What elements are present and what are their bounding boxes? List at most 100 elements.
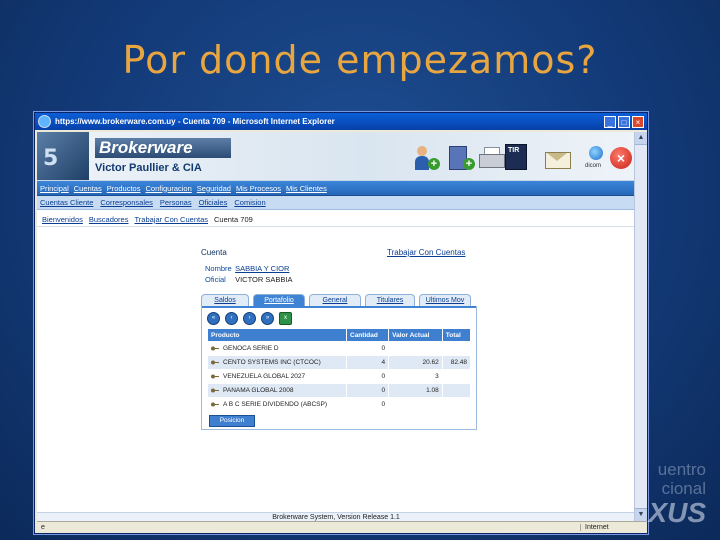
value-cell: 3 [388, 369, 443, 384]
tab-saldos[interactable]: Saldos [201, 294, 249, 306]
printer-icon[interactable] [477, 144, 507, 172]
tab-titulares[interactable]: Titulares [365, 294, 415, 306]
breadcrumb-item[interactable]: Buscadores [89, 215, 129, 224]
close-button[interactable]: × [632, 115, 644, 128]
key-icon [211, 402, 219, 407]
submenu-item-cuentas-cliente[interactable]: Cuentas Cliente [40, 198, 93, 207]
quantity-cell: 0 [345, 383, 390, 398]
watermark-logo: uentro cional XUS [648, 460, 706, 528]
table-header-row: Producto Cantidad Valor Actual Total [207, 328, 472, 342]
quantity-cell: 0 [345, 397, 390, 412]
status-page-icon: e [41, 523, 45, 531]
total-cell [441, 383, 472, 398]
first-page-icon[interactable]: « [207, 312, 220, 325]
name-label: Nombre [205, 264, 232, 273]
exit-icon[interactable]: × [609, 144, 633, 172]
main-menu: Principal Cuentas Productos Configuracio… [37, 181, 635, 196]
key-icon [211, 388, 219, 393]
trabajar-con-cuentas-link[interactable]: Trabajar Con Cuentas [387, 248, 465, 257]
menu-item-productos[interactable]: Productos [107, 184, 141, 193]
browser-titlebar: https://www.brokerware.com.uy - Cuenta 7… [35, 113, 647, 130]
submenu-item-personas[interactable]: Personas [160, 198, 192, 207]
browser-statusbar: e Internet [37, 521, 645, 532]
menu-item-mis-clientes[interactable]: Mis Clientes [286, 184, 327, 193]
account-tabs: Saldos Portafolio General Titulares Ulti… [201, 294, 477, 306]
submenu-item-oficiales[interactable]: Oficiales [199, 198, 228, 207]
total-cell [441, 397, 472, 412]
officer-label: Oficial [205, 275, 226, 284]
value-cell [388, 397, 443, 412]
table-row[interactable]: CENTO SYSTEMS INC (CTCOC) 4 20.62 82.48 [207, 355, 472, 370]
internet-explorer-icon [38, 115, 51, 128]
prev-page-icon[interactable]: ‹ [225, 312, 238, 325]
globe-icon[interactable]: dicom [585, 144, 609, 172]
col-valor-actual[interactable]: Valor Actual [388, 328, 443, 342]
value-cell: 20.62 [388, 355, 443, 370]
col-producto[interactable]: Producto [207, 328, 347, 342]
add-book-icon[interactable]: + [447, 144, 477, 172]
breadcrumb: Bienvenidos Buscadores Trabajar Con Cuen… [37, 213, 635, 227]
maximize-button[interactable]: □ [618, 115, 630, 128]
section-title: Cuenta [201, 248, 227, 257]
portfolio-table: Producto Cantidad Valor Actual Total GEN… [207, 328, 472, 412]
portfolio-toolbar: « ‹ › » x [207, 312, 297, 325]
product-cell: CENTO SYSTEMS INC (CTCOC) [207, 355, 347, 370]
browser-window: https://www.brokerware.com.uy - Cuenta 7… [34, 112, 648, 534]
table-row[interactable]: VENEZUELA GLOBAL 2027 0 3 [207, 369, 472, 384]
table-row[interactable]: PANAMA GLOBAL 2008 0 1.08 [207, 383, 472, 398]
table-row[interactable]: A B C SERIE DIVIDENDO (ABCSP) 0 [207, 397, 472, 412]
mail-icon[interactable] [545, 144, 571, 172]
key-icon [211, 374, 219, 379]
posicion-button[interactable]: Posicion [209, 415, 255, 427]
breadcrumb-current: Cuenta 709 [214, 215, 253, 224]
browser-title: https://www.brokerware.com.uy - Cuenta 7… [55, 117, 335, 126]
product-cell: A B C SERIE DIVIDENDO (ABCSP) [207, 397, 347, 412]
app-brand: Brokerware [95, 138, 231, 158]
quantity-cell: 4 [345, 355, 390, 370]
total-cell [441, 341, 472, 356]
add-user-icon[interactable]: + [415, 144, 443, 172]
menu-item-cuentas[interactable]: Cuentas [74, 184, 102, 193]
officer-field: Oficial VICTOR SABBIA [205, 275, 292, 284]
menu-item-configuracion[interactable]: Configuracion [145, 184, 191, 193]
value-cell: 1.08 [388, 383, 443, 398]
menu-item-seguridad[interactable]: Seguridad [197, 184, 231, 193]
tab-general[interactable]: General [309, 294, 361, 306]
tab-portafolio[interactable]: Portafolio [253, 294, 305, 306]
officer-value: VICTOR SABBIA [235, 275, 293, 284]
value-cell [388, 341, 443, 356]
key-icon [211, 346, 219, 351]
submenu-item-corresponsales[interactable]: Corresponsales [100, 198, 153, 207]
name-field: Nombre SABBIA Y CIOR [205, 264, 289, 273]
web-page: 5 Brokerware Victor Paullier & CIA + + T… [37, 132, 635, 522]
table-row[interactable]: GENOCA SERIE D 0 [207, 341, 472, 356]
tir-calculator-icon[interactable]: TIR [505, 144, 527, 172]
col-total[interactable]: Total [441, 328, 472, 342]
col-cantidad[interactable]: Cantidad [345, 328, 390, 342]
scroll-up-icon[interactable]: ▲ [635, 132, 647, 145]
key-icon [211, 360, 219, 365]
sub-menu: Cuentas Cliente Corresponsales Personas … [37, 196, 635, 210]
app-header: 5 Brokerware Victor Paullier & CIA + + T… [37, 132, 635, 181]
product-cell: GENOCA SERIE D [207, 341, 347, 356]
product-cell: VENEZUELA GLOBAL 2027 [207, 369, 347, 384]
tab-ultimos-mov[interactable]: Ultimos Mov [419, 294, 471, 306]
breadcrumb-item[interactable]: Bienvenidos [42, 215, 83, 224]
submenu-item-comision[interactable]: Comision [234, 198, 265, 207]
minimize-button[interactable]: _ [604, 115, 616, 128]
total-cell [441, 369, 472, 384]
breadcrumb-item[interactable]: Trabajar Con Cuentas [134, 215, 208, 224]
next-page-icon[interactable]: › [243, 312, 256, 325]
total-cell: 82.48 [441, 355, 472, 370]
last-page-icon[interactable]: » [261, 312, 274, 325]
slide-title: Por donde empezamos? [122, 38, 598, 82]
name-value[interactable]: SABBIA Y CIOR [235, 264, 289, 273]
product-cell: PANAMA GLOBAL 2008 [207, 383, 347, 398]
menu-item-principal[interactable]: Principal [40, 184, 69, 193]
menu-item-mis-procesos[interactable]: Mis Procesos [236, 184, 281, 193]
company-name: Victor Paullier & CIA [95, 162, 202, 174]
excel-export-icon[interactable]: x [279, 312, 292, 325]
brokerware-logo: 5 [37, 132, 89, 180]
quantity-cell: 0 [345, 369, 390, 384]
quantity-cell: 0 [345, 341, 390, 356]
